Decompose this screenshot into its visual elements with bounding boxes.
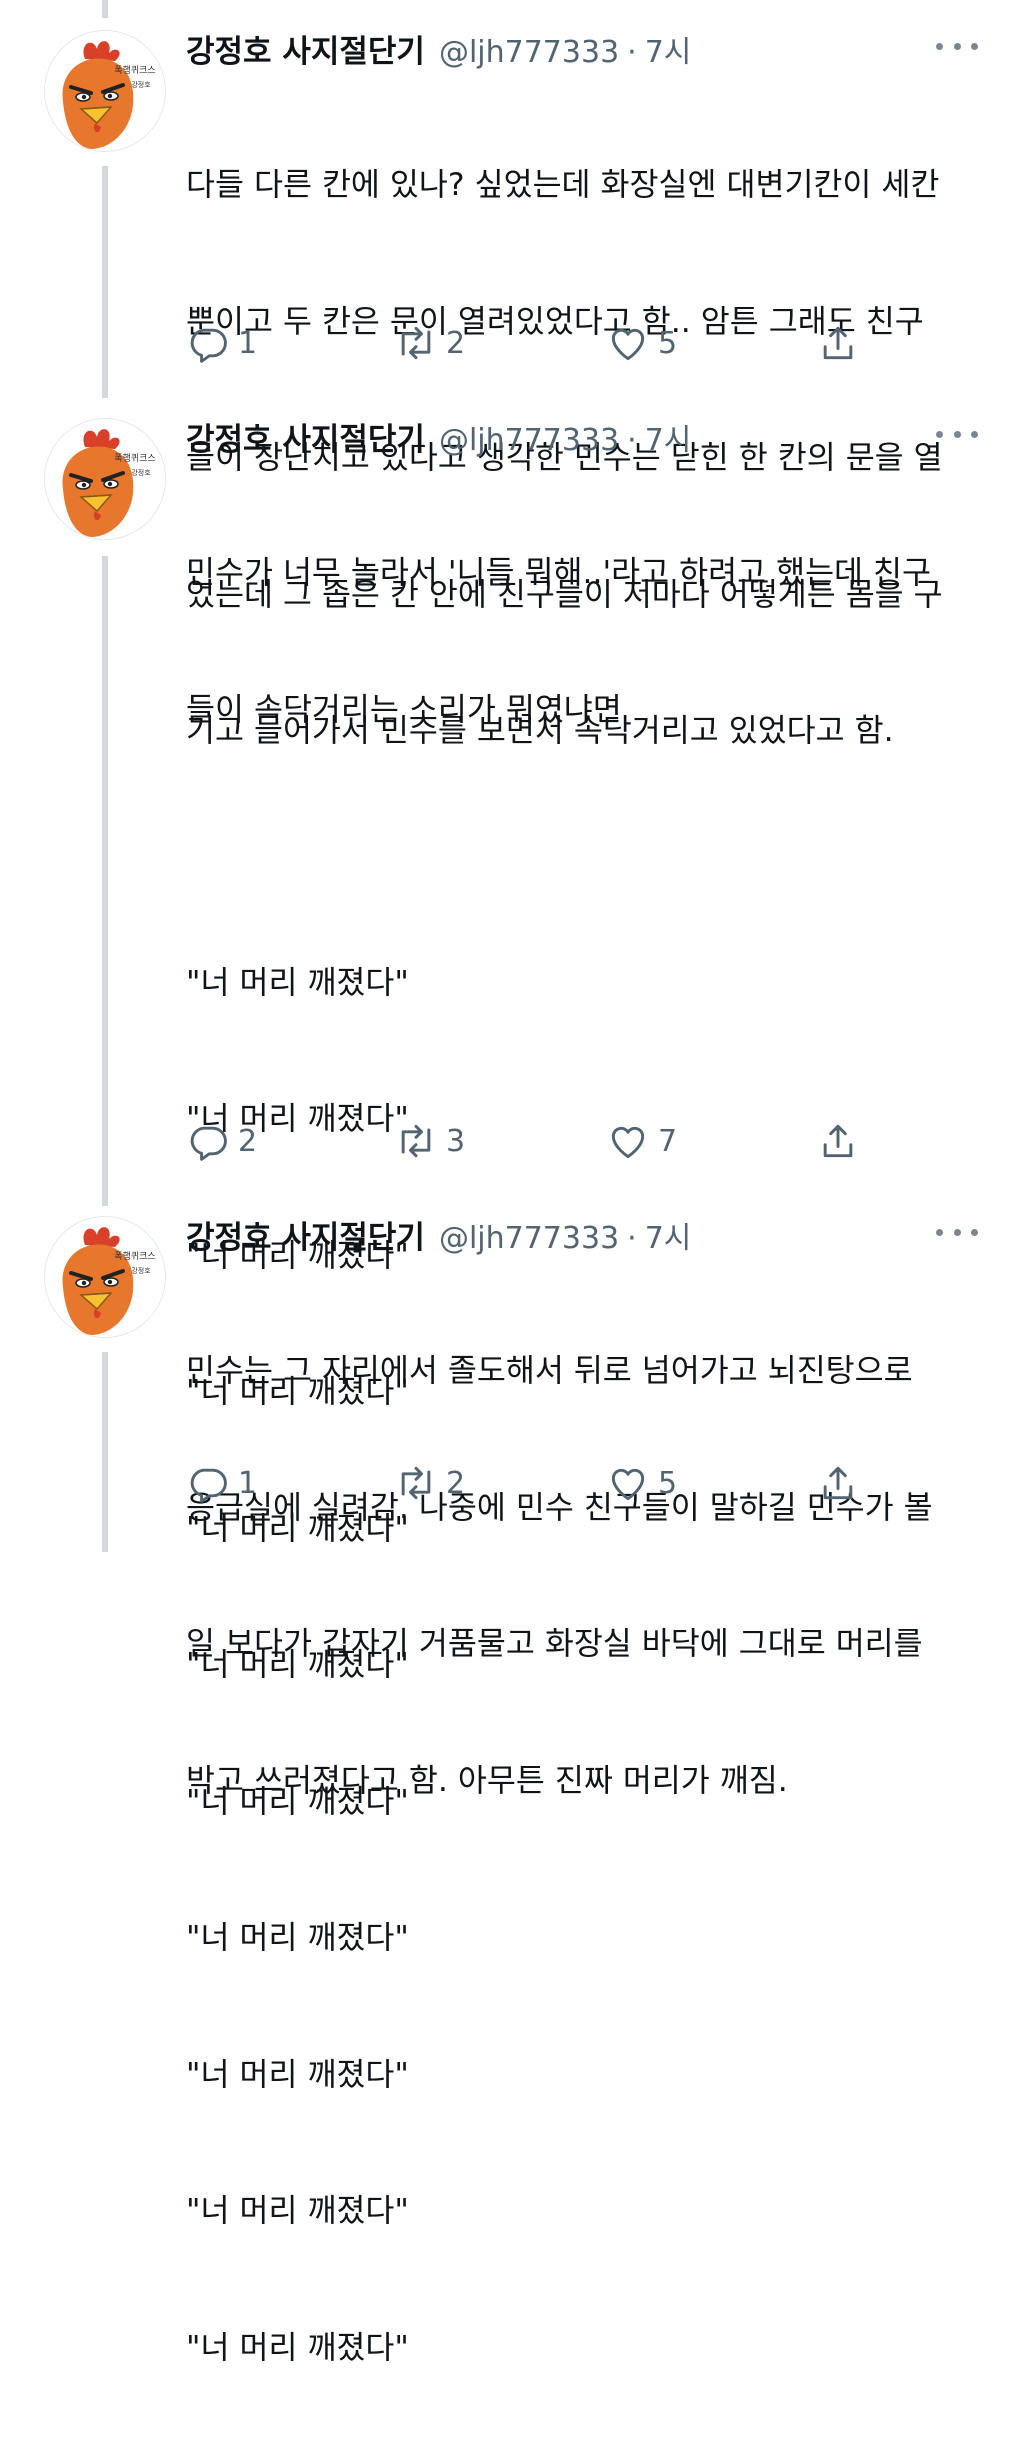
tweet-line: "너 머리 깨졌다": [186, 2329, 409, 2366]
reply-button[interactable]: 1: [186, 318, 257, 368]
retweet-icon: [401, 326, 431, 360]
tweet-actions: 1 2 5: [186, 1458, 886, 1508]
thread-line: [102, 1352, 108, 1552]
avatar[interactable]: 폭행퀴크스 강정호: [44, 1216, 166, 1338]
share-button[interactable]: [816, 1458, 860, 1508]
avatar[interactable]: 폭행퀴크스 강정호: [44, 30, 166, 152]
author-name[interactable]: 강정호 사지절단기: [186, 414, 425, 459]
rooster-avatar-icon: 폭행퀴크스 강정호: [45, 419, 165, 539]
retweet-icon: [401, 1124, 431, 1158]
tweet-line: 박고 쓰러졌다고 함. 아무튼 진짜 머리가 깨짐.: [186, 1762, 788, 1799]
more-icon: [936, 42, 943, 50]
tweet-line: 일 보다가 갑자기 거품물고 화장실 바닥에 그대로 머리를: [186, 1626, 923, 1662]
more-button[interactable]: [936, 1222, 978, 1242]
tweet-line: 민수는 그 자리에서 졸도해서 뒤로 넘어가고 뇌진탕으로: [186, 1353, 913, 1389]
like-count: 5: [658, 1465, 678, 1501]
avatar[interactable]: 폭행퀴크스 강정호: [44, 418, 166, 540]
like-count: 7: [658, 1123, 678, 1159]
retweet-button[interactable]: 2: [394, 1458, 465, 1508]
retweet-button[interactable]: 3: [394, 1116, 465, 1166]
tweet-line: 민수가 너무 놀라서 '니들 뭐해..'라고 하려고 했는데 친구: [186, 555, 931, 591]
tweet-header: 강정호 사지절단기 @ljh777333 · 7시: [186, 26, 691, 70]
reply-count: 2: [238, 1123, 258, 1159]
reply-button[interactable]: 1: [186, 1458, 257, 1508]
more-button[interactable]: [936, 424, 978, 444]
thread-line: [102, 556, 108, 1206]
rooster-avatar-icon: 폭행퀴크스 강정호: [45, 1217, 165, 1337]
thread-line: [102, 0, 108, 18]
tweet-line: "너 머리 깨졌다": [186, 1920, 409, 1956]
tweet-line: 다들 다른 칸에 있나? 싶었는데 화장실엔 대변기칸이 세칸: [186, 167, 940, 203]
rooster-avatar-icon: 폭행퀴크스 강정호: [45, 31, 165, 151]
heart-icon: [611, 328, 645, 361]
avatar-caption: 폭행퀴크스: [114, 1250, 155, 1262]
retweet-count: 2: [446, 1465, 466, 1501]
share-button[interactable]: [816, 318, 860, 368]
like-count: 5: [658, 325, 678, 361]
heart-icon: [611, 1468, 645, 1501]
like-button[interactable]: 5: [606, 318, 677, 368]
tweet-line: "너 머리 깨졌다": [186, 2193, 409, 2229]
author-handle[interactable]: @ljh777333: [439, 1221, 619, 1256]
author-name[interactable]: 강정호 사지절단기: [186, 1212, 425, 1257]
more-icon: [936, 1228, 943, 1236]
share-icon: [823, 1466, 853, 1500]
tweet-line: "너 머리 깨졌다": [186, 964, 409, 1001]
retweet-button[interactable]: 2: [394, 318, 465, 368]
reply-icon: [190, 328, 227, 363]
tweet-time[interactable]: 7시: [645, 1213, 692, 1257]
share-button[interactable]: [816, 1116, 860, 1166]
reply-button[interactable]: 2: [186, 1116, 257, 1166]
share-icon: [823, 326, 853, 360]
share-icon: [823, 1124, 853, 1158]
tweet-time[interactable]: 7시: [645, 415, 692, 459]
tweet-actions: 1 2 5: [186, 318, 886, 368]
tweet-actions: 2 3 7: [186, 1116, 886, 1166]
reply-icon: [190, 1468, 227, 1503]
tweet-header: 강정호 사지절단기 @ljh777333 · 7시: [186, 1212, 691, 1256]
reply-count: 1: [238, 1465, 258, 1501]
avatar-caption: 강정호: [131, 1266, 151, 1275]
author-handle[interactable]: @ljh777333: [439, 35, 619, 70]
avatar-caption: 폭행퀴크스: [114, 64, 155, 76]
tweet-time[interactable]: 7시: [645, 27, 692, 71]
author-name[interactable]: 강정호 사지절단기: [186, 26, 425, 71]
retweet-count: 3: [446, 1123, 466, 1159]
heart-icon: [611, 1126, 645, 1159]
thread-line: [102, 166, 108, 398]
separator-dot: ·: [627, 423, 637, 458]
reply-count: 1: [238, 325, 258, 361]
tweet-text: 민수는 그 자리에서 졸도해서 뒤로 넘어가고 뇌진탕으로 응급실에 실려감. …: [186, 1258, 986, 1895]
tweet-header: 강정호 사지절단기 @ljh777333 · 7시: [186, 414, 691, 458]
reply-icon: [190, 1126, 227, 1161]
more-icon: [936, 430, 943, 438]
retweet-icon: [401, 1466, 431, 1500]
avatar-caption: 폭행퀴크스: [114, 452, 155, 464]
avatar-caption: 강정호: [131, 468, 151, 477]
more-button[interactable]: [936, 36, 978, 56]
like-button[interactable]: 5: [606, 1458, 677, 1508]
avatar-caption: 강정호: [131, 80, 151, 89]
tweet-line: [186, 824, 986, 870]
retweet-count: 2: [446, 325, 466, 361]
tweet-line: 들이 속닥거리는 소리가 뭐였냐면: [186, 691, 622, 728]
author-handle[interactable]: @ljh777333: [439, 423, 619, 458]
separator-dot: ·: [627, 35, 637, 70]
tweet-line: "너 머리 깨졌다": [186, 2056, 409, 2093]
like-button[interactable]: 7: [606, 1116, 677, 1166]
separator-dot: ·: [627, 1221, 637, 1256]
